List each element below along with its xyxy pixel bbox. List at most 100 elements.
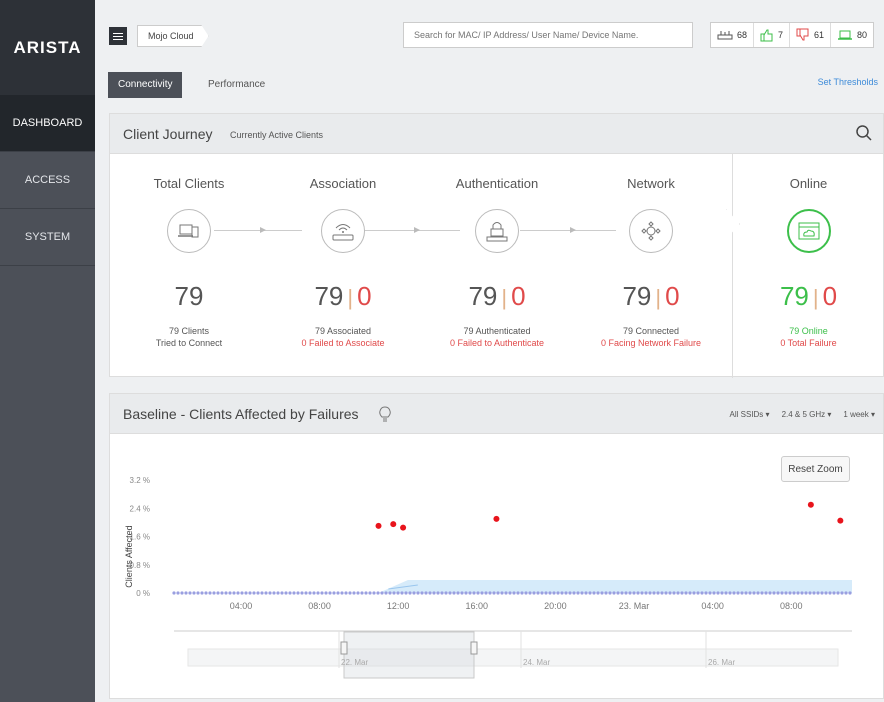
baseline-point xyxy=(560,591,564,595)
ssid-filter-dropdown[interactable]: All SSIDs ▾ xyxy=(730,410,770,419)
stage-count-success: 79 xyxy=(468,281,498,311)
baseline-point xyxy=(552,591,556,595)
baseline-point xyxy=(492,591,496,595)
baseline-point xyxy=(216,591,220,595)
baseline-point xyxy=(520,591,524,595)
baseline-point xyxy=(416,591,420,595)
search-input[interactable] xyxy=(403,22,693,48)
baseline-point xyxy=(288,591,292,595)
stage-count: 79 xyxy=(114,281,264,312)
baseline-point xyxy=(356,591,360,595)
stage-line1: 79 Associated xyxy=(314,326,372,336)
stage-count-success: 79 xyxy=(174,281,204,311)
stage-association: Association 79 | 0 79 Associated 0 Failed … xyxy=(268,154,418,378)
stage-title: Network xyxy=(627,176,675,191)
sidebar-item-access[interactable]: ACCESS xyxy=(0,152,95,209)
baseline-point xyxy=(272,591,276,595)
ssid-filter-label: All SSIDs xyxy=(729,410,764,419)
wifi-router-icon xyxy=(321,209,365,253)
baseline-point xyxy=(452,591,456,595)
baseline-point xyxy=(828,591,832,595)
baseline-point xyxy=(652,591,656,595)
search-icon[interactable] xyxy=(855,124,873,142)
stage-connector xyxy=(520,230,616,231)
count-separator: | xyxy=(501,285,508,310)
status-counters: 68 7 61 80 xyxy=(710,22,875,48)
baseline-point xyxy=(500,591,504,595)
baseline-point xyxy=(532,591,536,595)
baseline-point xyxy=(668,591,672,595)
baseline-point xyxy=(188,591,192,595)
baseline-point xyxy=(496,591,500,595)
baseline-point xyxy=(624,591,628,595)
stage-total-clients: Total Clients 79 79 Clients Tried to Con… xyxy=(114,154,264,378)
baseline-point xyxy=(780,591,784,595)
band-filter-dropdown[interactable]: 2.4 & 5 GHz ▾ xyxy=(782,410,832,419)
y-tick-label: 0 % xyxy=(136,589,150,598)
baseline-point xyxy=(512,591,516,595)
baseline-point xyxy=(556,591,560,595)
baseline-point xyxy=(476,591,480,595)
client-journey-header: Client Journey Currently Active Clients xyxy=(110,114,883,154)
hamburger-line-icon xyxy=(113,32,123,34)
baseline-chart[interactable]: 0 %0.8 %1.6 %2.4 %3.2 %Clients Affected0… xyxy=(110,434,884,700)
baseline-point xyxy=(320,591,324,595)
baseline-point xyxy=(768,591,772,595)
baseline-point xyxy=(420,591,424,595)
stage-count: 79 | 0 xyxy=(422,281,572,312)
baseline-point xyxy=(696,591,700,595)
laptop-icon xyxy=(838,30,853,40)
caret-down-icon: ▾ xyxy=(870,410,875,419)
tab-performance[interactable]: Performance xyxy=(198,72,275,98)
baseline-point xyxy=(812,591,816,595)
sidebar-item-dashboard[interactable]: DASHBOARD xyxy=(0,95,95,152)
baseline-point xyxy=(664,591,668,595)
baseline-point xyxy=(176,591,180,595)
navigator-track xyxy=(187,648,839,667)
baseline-point xyxy=(276,591,280,595)
baseline-point xyxy=(448,591,452,595)
baseline-point xyxy=(220,591,224,595)
lightbulb-icon[interactable] xyxy=(378,405,392,423)
baseline-point xyxy=(384,591,388,595)
set-thresholds-link[interactable]: Set Thresholds xyxy=(818,77,878,87)
baseline-point xyxy=(332,591,336,595)
stage-line2: Tried to Connect xyxy=(155,338,223,348)
stage-line2[interactable]: 0 Failed to Authenticate xyxy=(422,338,572,348)
baseline-point xyxy=(436,591,440,595)
baseline-point xyxy=(568,591,572,595)
breadcrumb[interactable]: Mojo Cloud xyxy=(137,25,209,47)
failure-point xyxy=(390,521,397,528)
stage-connector xyxy=(364,230,460,231)
baseline-point xyxy=(256,591,260,595)
thumbs-up-count[interactable]: 7 xyxy=(754,23,791,47)
baseline-point xyxy=(636,591,640,595)
sidebar-item-system[interactable]: SYSTEM xyxy=(0,209,95,266)
range-filter-dropdown[interactable]: 1 week ▾ xyxy=(843,410,875,419)
hamburger-line-icon xyxy=(113,35,123,37)
baseline-point xyxy=(536,591,540,595)
laptop-count[interactable]: 80 xyxy=(831,23,873,47)
stage-count-success: 79 xyxy=(622,281,652,311)
baseline-point xyxy=(592,591,596,595)
stage-line2[interactable]: 0 Failed to Associate xyxy=(268,338,418,348)
access-point-count[interactable]: 68 xyxy=(711,23,755,47)
thumbs-down-count[interactable]: 61 xyxy=(790,23,832,47)
baseline-point xyxy=(180,591,184,595)
stage-line2[interactable]: 0 Facing Network Failure xyxy=(576,338,726,348)
client-journey-title: Client Journey xyxy=(123,126,213,142)
baseline-point xyxy=(392,591,396,595)
stage-line2[interactable]: 0 Total Failure xyxy=(732,338,884,348)
navigator-tick-label: 26. Mar xyxy=(708,658,735,667)
tab-connectivity[interactable]: Connectivity xyxy=(108,72,183,98)
baseline-point xyxy=(264,591,268,595)
baseline-point xyxy=(344,591,348,595)
baseline-point xyxy=(412,591,416,595)
caret-down-icon: ▾ xyxy=(765,410,770,419)
stage-count-fail: 0 xyxy=(665,281,680,311)
thumbs-up-icon xyxy=(760,29,773,42)
baseline-point xyxy=(172,591,176,595)
lock-icon xyxy=(475,209,519,253)
baseline-title: Baseline - Clients Affected by Failures xyxy=(123,406,359,422)
hamburger-menu-button[interactable] xyxy=(109,27,127,45)
